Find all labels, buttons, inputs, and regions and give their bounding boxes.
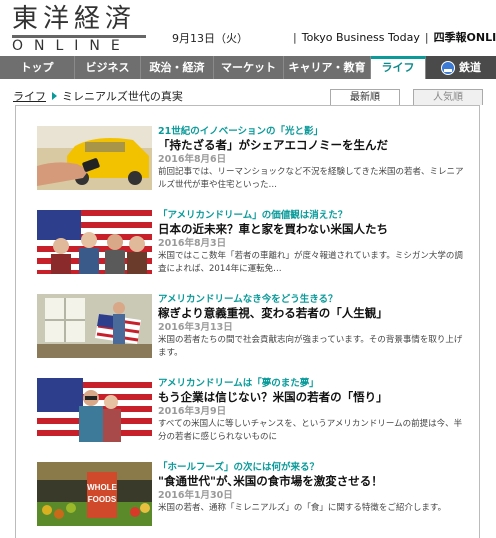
article-text: 「ホールフーズ」の次には何が来る？ "食通世代"が､米国の食市場を激変させる！ … [158,462,470,515]
taxi-phone-photo [37,126,152,190]
article-text: アメリカンドリームなき今をどう生きる？ 稼ぎより意義重視、変わる若者の「人生観」… [158,294,470,360]
article-title[interactable]: 「持たざる者」がシェアエコノミーを生んだ [158,138,470,153]
article-date: 2016年3月9日 [158,406,227,417]
nav-item-politics-economy[interactable]: 政治・経済 [141,56,214,79]
logo-subtitle: ONLINE [12,38,131,54]
article-list: 21世紀のイノベーションの「光と影」 「持たざる者」がシェアエコノミーを生んだ … [15,105,480,538]
article-kicker[interactable]: 「アメリカンドリーム」の価値観は消えた？ [158,210,470,222]
article-title[interactable]: もう企業は信じない？米国の若者の「悟り」 [158,390,470,405]
nav-item-rail-label: 鉄道 [459,61,481,74]
article-summary: 米国の若者、通称「ミレニアルズ」の「食」に関する特徴をご紹介します。 [158,503,447,513]
article-kicker[interactable]: 「ホールフーズ」の次には何が来る？ [158,462,470,474]
article-item[interactable]: 「アメリカンドリーム」の価値観は消えた？ 日本の近未来？車と家を買わない米国人た… [37,210,467,274]
flag-window-photo [37,294,152,358]
breadcrumb-current: ミレニアルズ世代の真実 [62,90,183,103]
article-kicker[interactable]: アメリカンドリームは「夢のまた夢」 [158,378,470,390]
article-summary: すべての米国人に等しいチャンスを、というアメリカンドリームの前提は今、半分の若者… [158,419,463,442]
link-tokyo-business-today[interactable]: Tokyo Business Today [302,31,420,44]
article-kicker[interactable]: 21世紀のイノベーションの「光と影」 [158,126,470,138]
article-text: 21世紀のイノベーションの「光と影」 「持たざる者」がシェアエコノミーを生んだ … [158,126,470,192]
nav-item-rail[interactable]: 鉄道 [426,56,496,79]
breadcrumb-life-link[interactable]: ライフ [13,90,46,103]
separator: | [424,31,429,44]
article-date: 2016年8月6日 [158,154,227,165]
site-logo[interactable]: 東洋経済 ONLINE [12,4,152,54]
nav-item-life[interactable]: ライフ [371,56,426,79]
article-item[interactable]: 21世紀のイノベーションの「光と影」 「持たざる者」がシェアエコノミーを生んだ … [37,126,467,190]
article-thumbnail[interactable] [37,294,152,358]
nav-item-business[interactable]: ビジネス [75,56,141,79]
main-nav: トップ ビジネス 政治・経済 マーケット キャリア・教育 ライフ 鉄道 [0,56,496,79]
train-icon [441,60,455,75]
article-summary: 米国の若者たちの間で社会貢献志向が強まっています。その背景事情を取り上げます。 [158,335,463,358]
article-item[interactable]: WHOLE FOODS 「ホールフーズ」の次には何が来る？ "食通世代"が､米国… [37,462,467,526]
article-thumbnail[interactable]: WHOLE FOODS [37,462,152,526]
separator: | [293,31,297,44]
article-item[interactable]: アメリカンドリームなき今をどう生きる？ 稼ぎより意義重視、変わる若者の「人生観」… [37,294,467,358]
chevron-right-icon [52,92,57,100]
article-item[interactable]: アメリカンドリームは「夢のまた夢」 もう企業は信じない？米国の若者の「悟り」 2… [37,378,467,442]
whole-foods-photo: WHOLE FOODS [37,462,152,526]
tab-popular[interactable]: 人気順 [413,89,483,105]
tab-latest[interactable]: 最新順 [330,89,400,105]
whole-foods-sign-line2: FOODS [88,495,117,504]
article-title[interactable]: 日本の近未来？車と家を買わない米国人たち [158,222,470,237]
article-thumbnail[interactable] [37,126,152,190]
site-header: 東洋経済 ONLINE 9月13日（火） | Tokyo Business Tod… [0,0,496,56]
article-date: 2016年1月30日 [158,490,233,501]
nav-item-career-education[interactable]: キャリア・教育 [284,56,371,79]
article-title[interactable]: "食通世代"が､米国の食市場を激変させる！ [158,474,470,489]
article-summary: 前回記事では、リーマンショックなど不況を経験してきた米国の若者、ミレニアルズ世代… [158,167,464,190]
whole-foods-sign-line1: WHOLE [87,483,117,492]
sort-tabs: 最新順 人気順 [330,89,483,105]
nav-item-market[interactable]: マーケット [214,56,284,79]
article-kicker[interactable]: アメリカンドリームなき今をどう生きる？ [158,294,470,306]
logo-rule [12,35,146,38]
logo-title: 東洋経済 [12,4,137,34]
article-date: 2016年3月13日 [158,322,233,333]
article-title[interactable]: 稼ぎより意義重視、変わる若者の「人生観」 [158,306,470,321]
header-links: | Tokyo Business Today | 四季報ONLINE [288,29,496,45]
article-summary: 米国ではここ数年「若者の車離れ」が度々報道されています。ミシガン大学の調査によれ… [158,251,463,274]
link-shikiho-online[interactable]: 四季報ONLINE [434,31,496,44]
flag-couple-photo [37,378,152,442]
breadcrumb: ライフ ミレニアルズ世代の真実 [13,88,183,104]
nav-item-top[interactable]: トップ [0,56,75,79]
article-thumbnail[interactable] [37,210,152,274]
flag-group-photo [37,210,152,274]
article-text: 「アメリカンドリーム」の価値観は消えた？ 日本の近未来？車と家を買わない米国人た… [158,210,470,276]
header-date: 9月13日（火） [172,32,248,45]
article-date: 2016年8月3日 [158,238,227,249]
article-thumbnail[interactable] [37,378,152,442]
article-text: アメリカンドリームは「夢のまた夢」 もう企業は信じない？米国の若者の「悟り」 2… [158,378,470,444]
